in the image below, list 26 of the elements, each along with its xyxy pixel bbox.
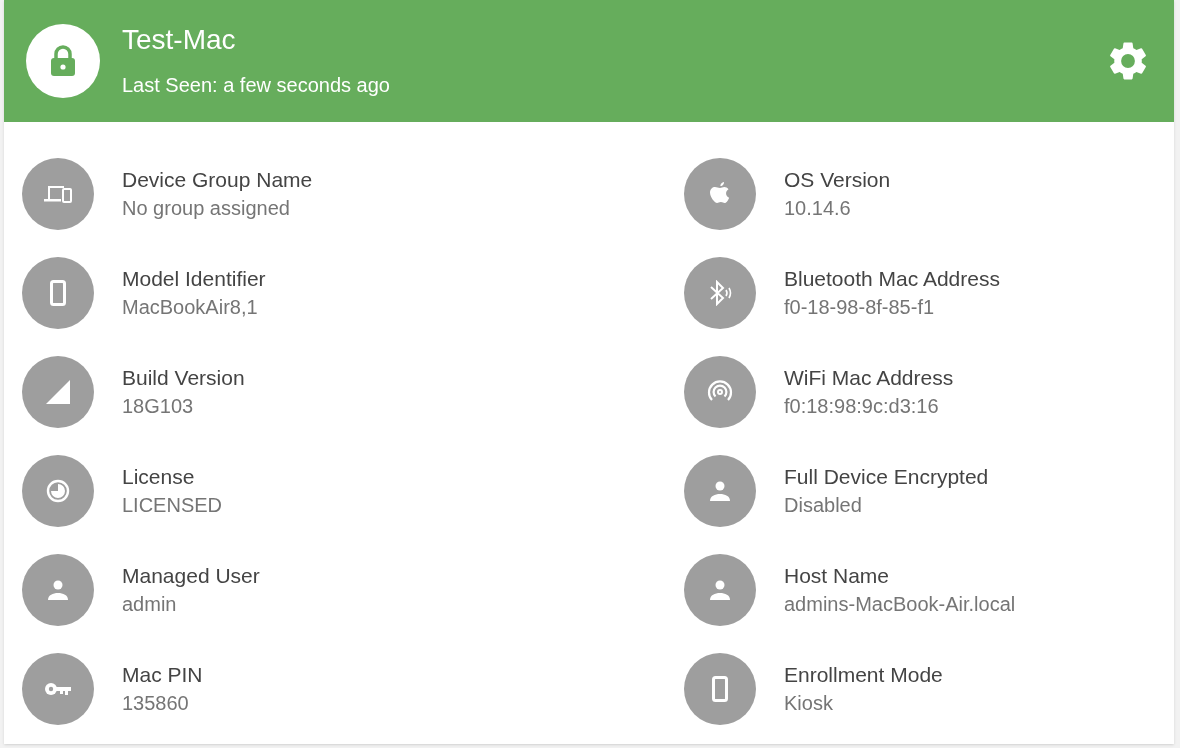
field-value: LICENSED [122, 493, 223, 518]
field-value: admin [122, 592, 178, 617]
field-label: Enrollment Mode [784, 662, 943, 688]
field-value: 10.14.6 [784, 196, 852, 221]
field-value: Disabled [784, 493, 863, 518]
field-label: Full Device Encrypted [784, 464, 989, 490]
field-label: Managed User [122, 563, 260, 589]
field-label: OS Version [784, 167, 891, 193]
field-label: License [122, 464, 196, 490]
last-seen-text: Last Seen: a few seconds ago [122, 73, 391, 98]
field-value: admins-MacBook-Air.local [784, 592, 1016, 617]
device-title: Test-Mac [122, 23, 237, 57]
field-label: Build Version [122, 365, 245, 391]
field-label: Mac PIN [122, 662, 203, 688]
field-value: MacBookAir8,1 [122, 295, 259, 320]
field-label: Model Identifier [122, 266, 266, 292]
field-value: No group assigned [122, 196, 291, 221]
field-value: 18G103 [122, 394, 195, 419]
field-label: Device Group Name [122, 167, 313, 193]
field-value: f0-18-98-8f-85-f1 [784, 295, 936, 320]
field-value: f0:18:98:9c:d3:16 [784, 394, 940, 419]
field-label: Host Name [784, 563, 891, 589]
field-label: WiFi Mac Address [784, 365, 954, 391]
field-value: 135860 [122, 691, 190, 716]
field-value: Kiosk [784, 691, 834, 716]
field-label: Bluetooth Mac Address [784, 266, 1000, 292]
